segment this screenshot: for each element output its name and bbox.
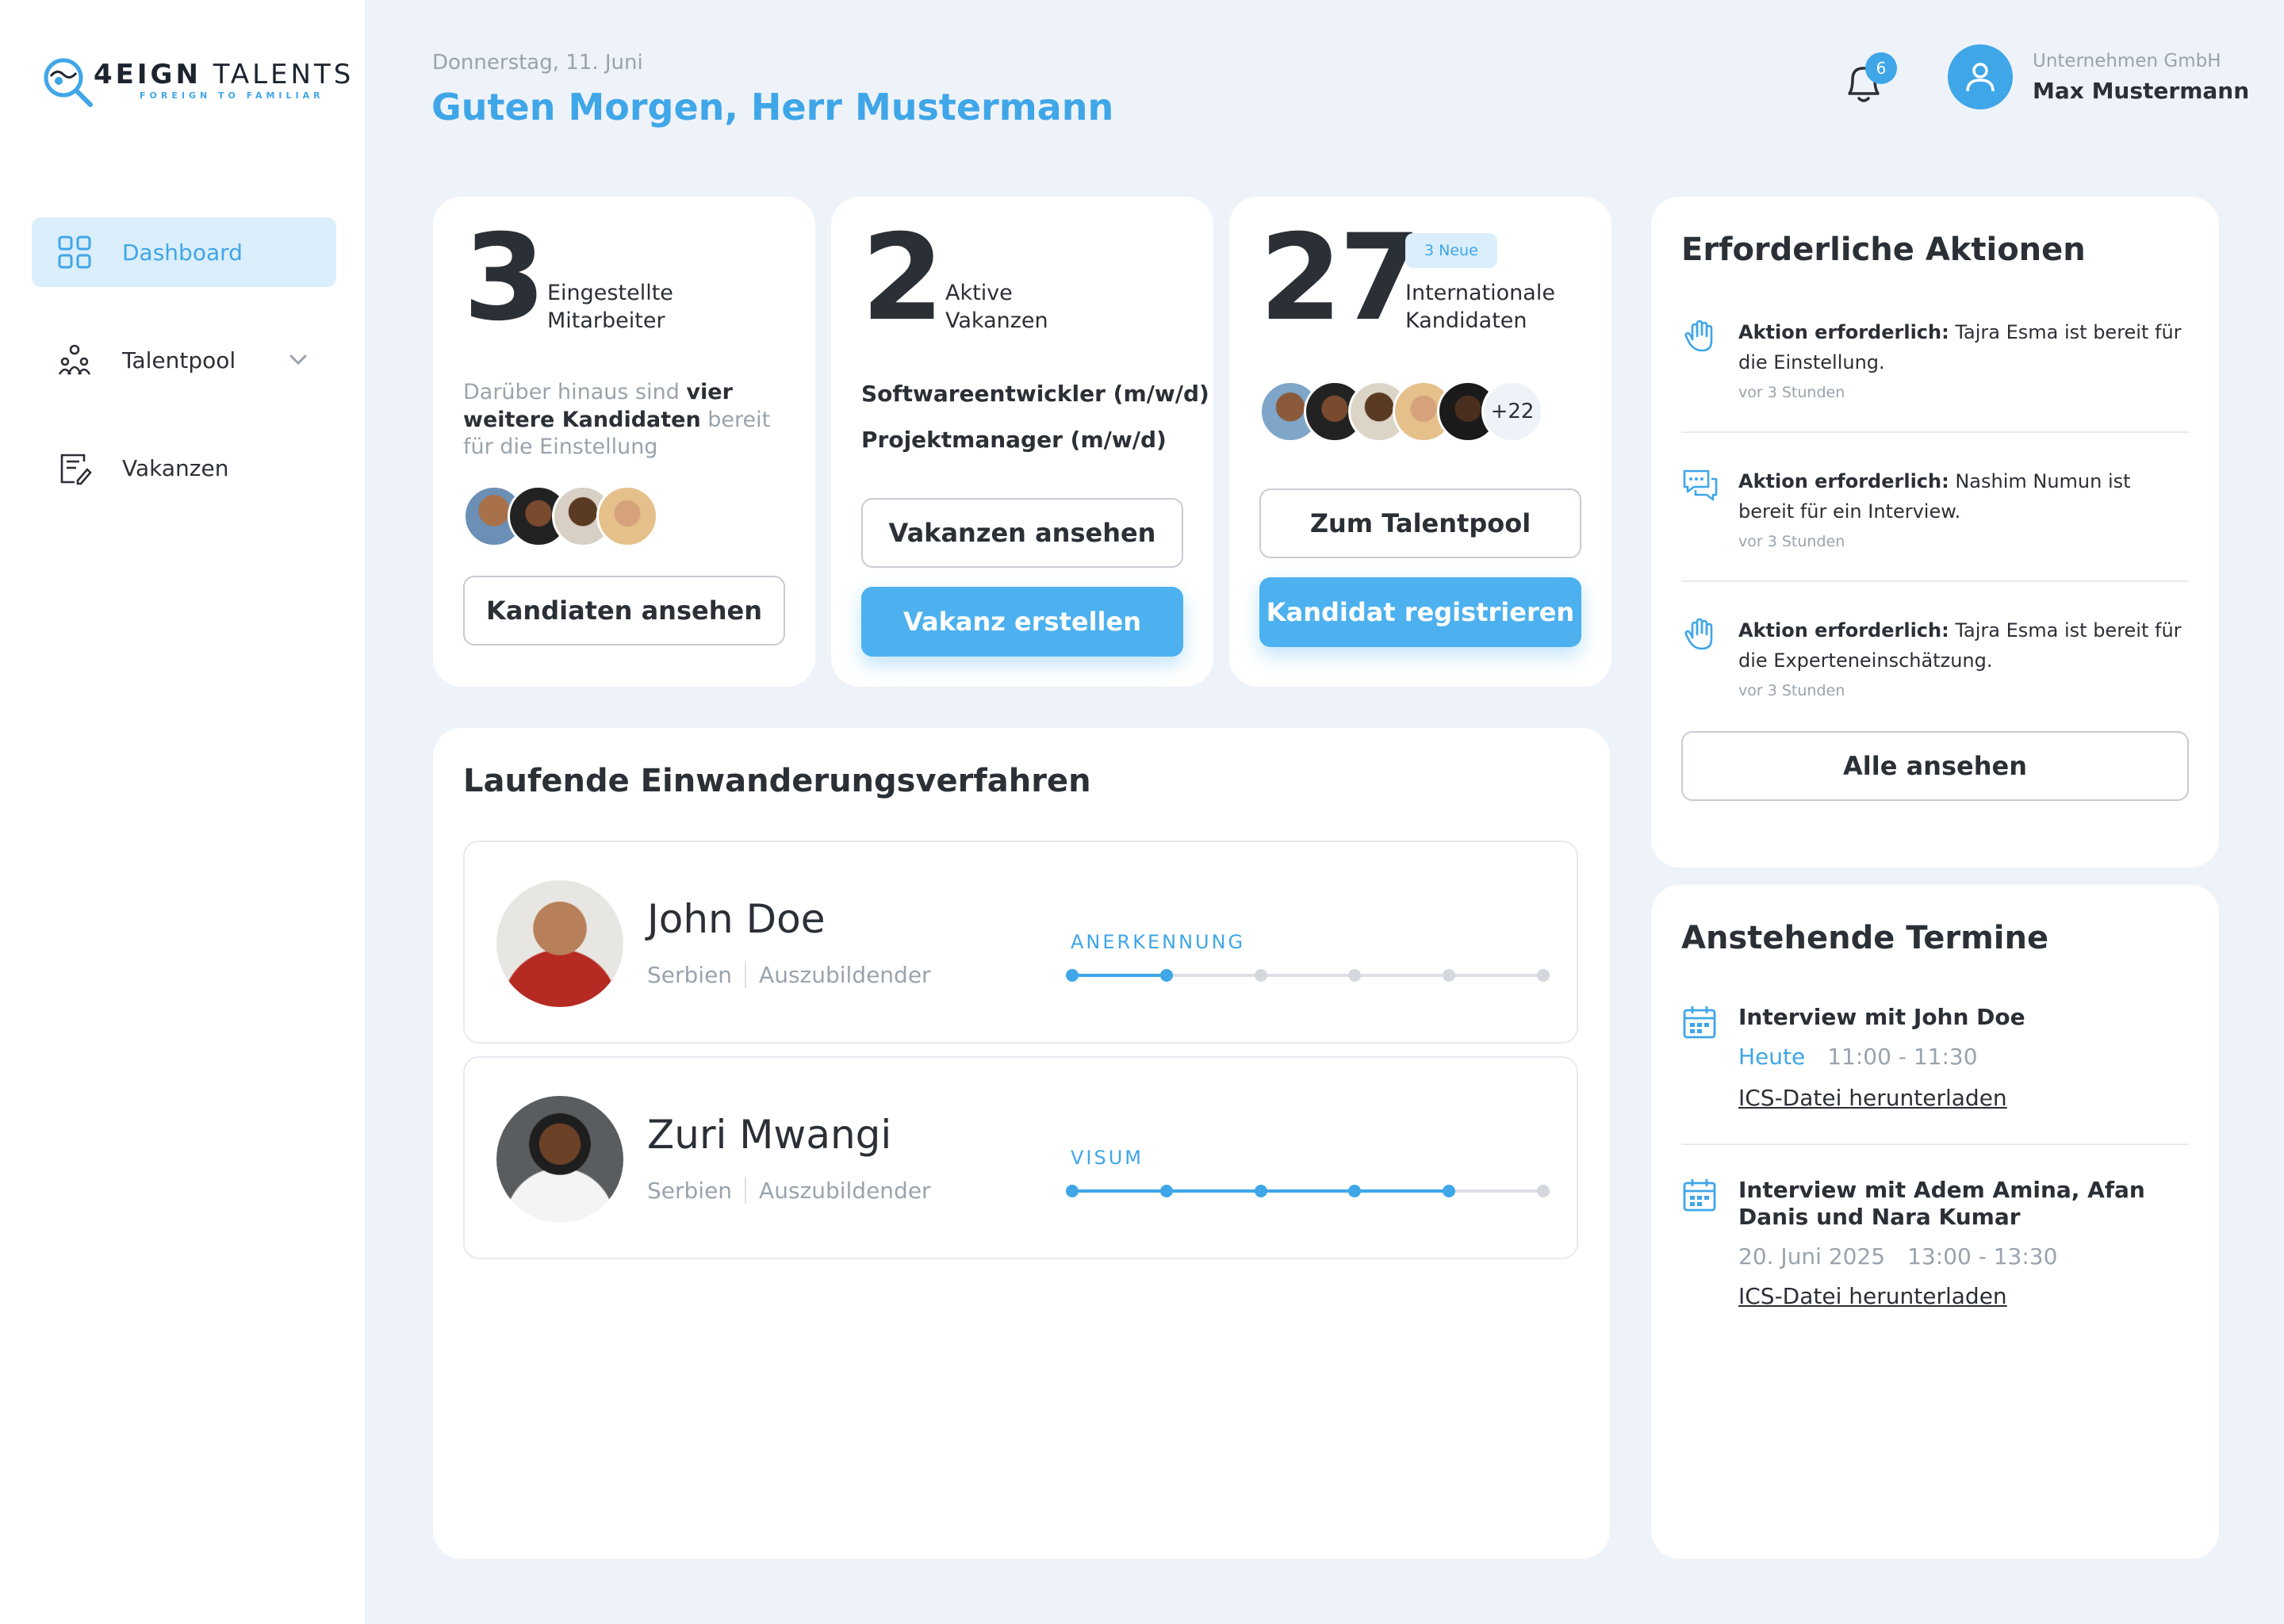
avatar bbox=[596, 485, 658, 547]
candidate-name: John Doe bbox=[647, 896, 826, 942]
action-text: Aktion erforderlich: Tajra Esma ist bere… bbox=[1738, 321, 2182, 374]
progress-step-dot bbox=[1443, 969, 1456, 982]
vacancies-stat-card: 2 Aktive Vakanzen Softwareentwickler (m/w… bbox=[831, 197, 1213, 687]
sidebar-item-talentpool[interactable]: Talentpool bbox=[32, 325, 336, 395]
event-datetime: Heute 11:00 - 11:30 bbox=[1738, 1044, 1978, 1070]
candidate-meta: Serbien Auszubildender bbox=[647, 1177, 931, 1204]
progress-step-dot bbox=[1159, 969, 1173, 982]
required-actions-card: Erforderliche Aktionen Aktion erforderli… bbox=[1651, 197, 2219, 868]
candidate-meta: Serbien Auszubildender bbox=[647, 961, 931, 988]
hired-description: Darüber hinaus sind vier weitere Kandida… bbox=[463, 380, 771, 460]
candidate-name: Zuri Mwangi bbox=[647, 1112, 892, 1158]
user-company: Unternehmen GmbH bbox=[2033, 51, 2221, 71]
divider bbox=[1681, 431, 2189, 433]
immigration-processes-card: Laufende Einwanderungsverfahren John Doe… bbox=[433, 728, 1610, 1559]
progress-step-dot bbox=[1066, 969, 1079, 982]
calendar-icon bbox=[1683, 1006, 1716, 1039]
progress-step-dot bbox=[1159, 1185, 1173, 1197]
progress-track bbox=[1066, 969, 1550, 982]
progress-step-dot bbox=[1066, 1185, 1079, 1197]
view-vacancies-button[interactable]: Vakanzen ansehen bbox=[861, 498, 1183, 568]
calendar-icon bbox=[1683, 1179, 1716, 1212]
notifications-button[interactable]: 6 bbox=[1841, 52, 1897, 108]
section-title: Laufende Einwanderungsverfahren bbox=[463, 763, 1091, 799]
progress-step-dot bbox=[1537, 1185, 1550, 1197]
stage-label: ANERKENNUNG bbox=[1071, 931, 1246, 953]
upcoming-events-card: Anstehende Termine Interview mit John Do… bbox=[1651, 885, 2219, 1559]
page-title: Guten Morgen, Herr Mustermann bbox=[431, 86, 1114, 128]
grid-icon bbox=[57, 235, 92, 270]
view-all-actions-button[interactable]: Alle ansehen bbox=[1681, 731, 2189, 801]
brand-name: 4EIGN TALENTS bbox=[94, 59, 354, 90]
action-text: Aktion erforderlich: Nashim Numun ist be… bbox=[1738, 470, 2131, 523]
chat-icon bbox=[1683, 469, 1718, 501]
vacancy-item[interactable]: Softwareentwickler (m/w/d) bbox=[861, 381, 1209, 407]
user-avatar[interactable] bbox=[1948, 44, 2013, 109]
document-edit-icon bbox=[57, 450, 92, 485]
candidate-avatar-group bbox=[463, 485, 658, 547]
progress-step-dot bbox=[1348, 969, 1362, 982]
action-text: Aktion erforderlich: Tajra Esma ist bere… bbox=[1738, 619, 2182, 672]
process-row[interactable]: John Doe Serbien Auszubildender ANERKENNU… bbox=[463, 841, 1578, 1044]
more-candidates-count: +22 bbox=[1481, 381, 1543, 442]
register-candidate-button[interactable]: Kandidat registrieren bbox=[1259, 577, 1581, 647]
progress-fill bbox=[1072, 974, 1167, 977]
sidebar-item-dashboard[interactable]: Dashboard bbox=[32, 217, 336, 287]
event-title: Interview mit John Doe bbox=[1738, 1004, 2025, 1030]
sidebar-item-label: Dashboard bbox=[122, 239, 243, 266]
avatar bbox=[496, 880, 623, 1007]
talentpool-button[interactable]: Zum Talentpool bbox=[1259, 488, 1581, 558]
hand-icon bbox=[1684, 618, 1713, 650]
people-network-icon bbox=[57, 343, 92, 377]
action-time: vor 3 Stunden bbox=[1738, 682, 1845, 699]
candidates-stat-card: 27 3 Neue Internationale Kandidaten +22 Z… bbox=[1229, 197, 1611, 687]
action-time: vor 3 Stunden bbox=[1738, 384, 1845, 401]
action-time: vor 3 Stunden bbox=[1738, 533, 1845, 550]
section-title: Anstehende Termine bbox=[1681, 920, 2049, 956]
header-date: Donnerstag, 11. Juni bbox=[432, 51, 643, 75]
divider bbox=[1681, 580, 2189, 582]
progress-step-dot bbox=[1348, 1185, 1362, 1197]
vacancies-count: 2 bbox=[861, 209, 944, 347]
download-ics-link[interactable]: ICS-Datei herunterladen bbox=[1738, 1085, 2007, 1111]
candidates-label: Internationale Kandidaten bbox=[1405, 281, 1555, 334]
divider bbox=[1681, 1143, 2189, 1145]
brand-logo[interactable]: 4EIGN TALENTS FOREIGN TO FAMILIAR bbox=[40, 54, 351, 117]
sidebar-item-label: Talentpool bbox=[122, 347, 236, 373]
process-row[interactable]: Zuri Mwangi Serbien Auszubildender VISUM bbox=[463, 1056, 1578, 1259]
chevron-down-icon[interactable] bbox=[287, 349, 309, 371]
hired-count: 3 bbox=[463, 209, 546, 347]
user-name: Max Mustermann bbox=[2033, 78, 2250, 104]
vacancy-item[interactable]: Projektmanager (m/w/d) bbox=[861, 427, 1167, 453]
progress-step-dot bbox=[1537, 969, 1550, 982]
sidebar-item-label: Vakanzen bbox=[122, 454, 229, 481]
brand-tagline: FOREIGN TO FAMILIAR bbox=[140, 90, 324, 101]
event-title: Interview mit Adem Amina, Afan Danis und… bbox=[1738, 1177, 2145, 1230]
progress-track bbox=[1066, 1185, 1550, 1197]
hand-icon bbox=[1684, 320, 1713, 352]
progress-step-dot bbox=[1443, 1185, 1456, 1197]
candidates-count: 27 bbox=[1259, 209, 1422, 347]
create-vacancy-button[interactable]: Vakanz erstellen bbox=[861, 587, 1183, 657]
avatar bbox=[496, 1096, 623, 1223]
hired-stat-card: 3 Eingestellte Mitarbeiter Darüber hinaus… bbox=[433, 197, 815, 687]
candidate-avatar-group[interactable]: +22 bbox=[1259, 381, 1543, 442]
vacancies-label: Aktive Vakanzen bbox=[945, 281, 1048, 334]
download-ics-link[interactable]: ICS-Datei herunterladen bbox=[1738, 1283, 2007, 1309]
view-candidates-button[interactable]: Kandiaten ansehen bbox=[463, 576, 785, 645]
hired-label: Eingestellte Mitarbeiter bbox=[547, 281, 673, 334]
notification-count-badge: 6 bbox=[1865, 52, 1897, 84]
sidebar: 4EIGN TALENTS FOREIGN TO FAMILIAR Dashbo… bbox=[0, 0, 365, 1624]
stage-label: VISUM bbox=[1071, 1147, 1144, 1169]
new-candidates-badge: 3 Neue bbox=[1405, 233, 1497, 268]
progress-step-dot bbox=[1254, 1185, 1267, 1197]
user-icon bbox=[1966, 63, 1995, 92]
event-datetime: 20. Juni 2025 13:00 - 13:30 bbox=[1738, 1243, 2058, 1270]
sidebar-item-vakanzen[interactable]: Vakanzen bbox=[32, 433, 336, 503]
progress-step-dot bbox=[1254, 969, 1267, 982]
section-title: Erforderliche Aktionen bbox=[1681, 232, 2086, 268]
